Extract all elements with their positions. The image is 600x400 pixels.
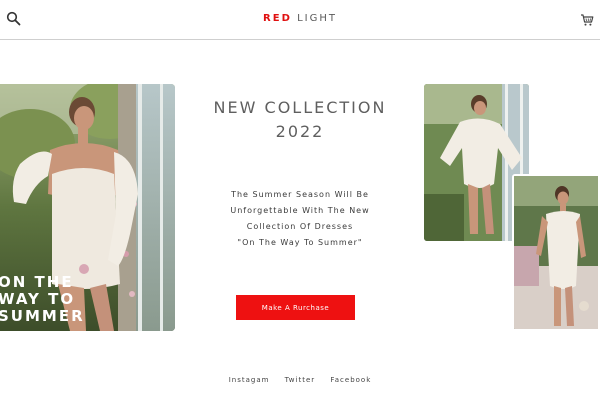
brand-logo-red: RED bbox=[263, 13, 292, 24]
hero-description-line: Collection Of Dresses bbox=[246, 222, 354, 231]
hero-photo-right-bottom bbox=[512, 174, 600, 331]
social-links: Instagam Twitter Facebook bbox=[0, 376, 600, 384]
facebook-link[interactable]: Facebook bbox=[330, 376, 371, 384]
hero-title-year: 2022 bbox=[275, 122, 325, 141]
hero-photo-left: ON THE WAY TO SUMMER bbox=[0, 84, 175, 331]
brand-logo[interactable]: RED LIGHT bbox=[0, 13, 600, 24]
hero-description-line: "On The Way To Summer" bbox=[237, 238, 363, 247]
hero-description-line: Unforgettable With The New bbox=[230, 206, 370, 215]
overlay-line: SUMMER bbox=[0, 307, 85, 325]
cart-icon[interactable] bbox=[580, 12, 594, 26]
overlay-line: WAY TO bbox=[0, 290, 76, 308]
hero-photo-overlay: ON THE WAY TO SUMMER bbox=[0, 274, 85, 325]
hero-photo-right-bottom-illustration bbox=[514, 176, 598, 329]
overlay-line: ON THE bbox=[0, 273, 74, 291]
twitter-link[interactable]: Twitter bbox=[285, 376, 315, 384]
hero-description: The Summer Season Will Be Unforgettable … bbox=[180, 187, 420, 251]
instagram-link[interactable]: Instagam bbox=[229, 376, 270, 384]
hero-title: NEW COLLECTION 2022 bbox=[180, 96, 420, 144]
site-header: RED LIGHT bbox=[0, 0, 600, 40]
make-purchase-button[interactable]: Make A Rurchase bbox=[236, 295, 355, 320]
brand-logo-light: LIGHT bbox=[297, 13, 337, 24]
hero-description-line: The Summer Season Will Be bbox=[231, 190, 369, 199]
hero-title-line: NEW COLLECTION bbox=[213, 98, 387, 117]
